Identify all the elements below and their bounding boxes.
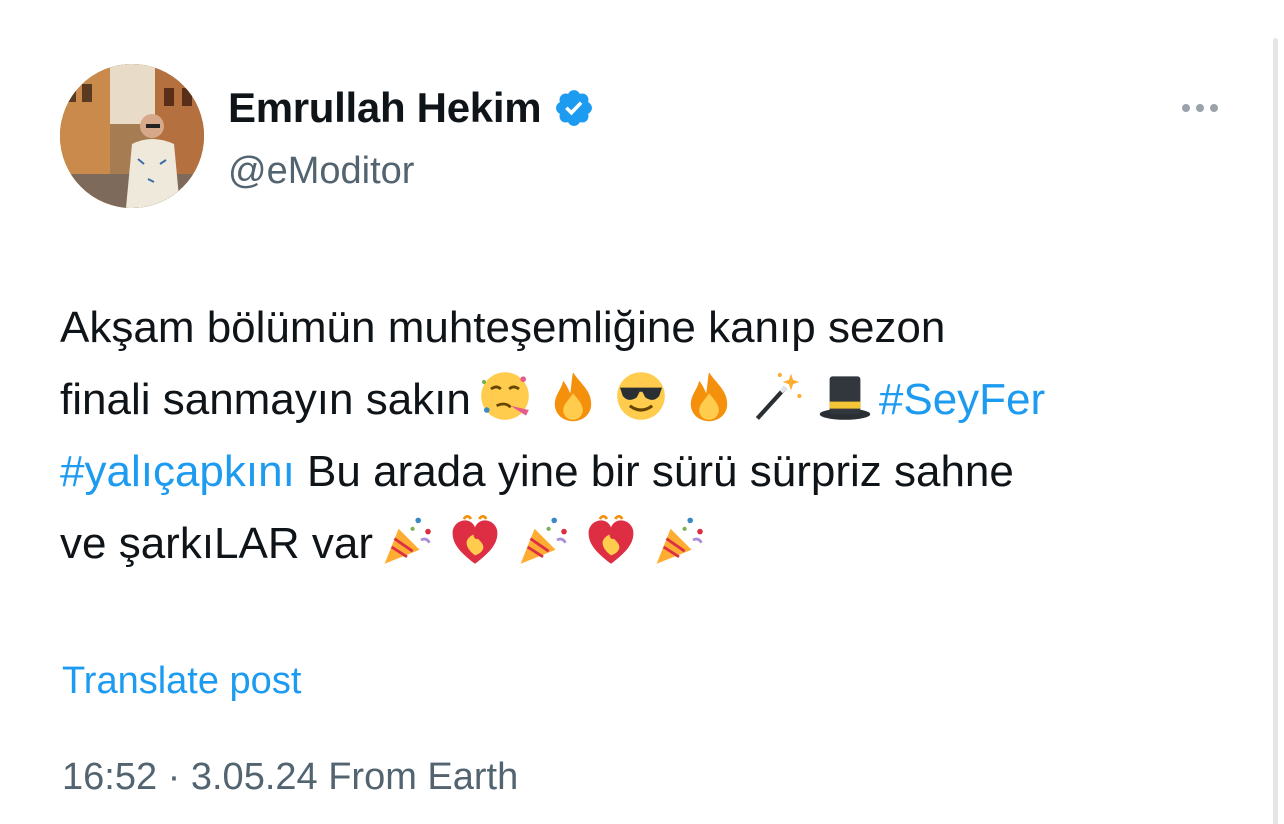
party-popper-icon — [384, 517, 431, 564]
fire-icon — [554, 372, 592, 422]
verified-badge-icon — [556, 90, 593, 126]
tweet-timestamp[interactable]: 16:52 · 3.05.24 From Earth — [62, 756, 518, 799]
handle[interactable]: @eModitor — [228, 150, 414, 193]
more-horizontal-icon[interactable] — [1170, 90, 1230, 126]
tweet-line-4-text: ve şarkıLAR var — [60, 519, 373, 568]
scrollbar[interactable] — [1273, 38, 1278, 824]
fire-icon — [690, 372, 728, 422]
display-name[interactable]: Emrullah Hekim — [228, 84, 542, 132]
translate-post-link[interactable]: Translate post — [62, 660, 301, 703]
magic-wand-icon — [755, 372, 802, 420]
partying-face-icon — [481, 372, 529, 420]
party-popper-icon — [520, 517, 567, 564]
smiling-face-with-sunglasses-icon — [617, 372, 665, 420]
party-popper-icon — [656, 517, 703, 564]
name-row: Emrullah Hekim — [228, 84, 595, 132]
hashtag-yalicapkini[interactable]: #yalıçapkını — [60, 447, 295, 496]
tweet-text: Akşam bölümün muhteşemliğine kanıp sezon… — [60, 292, 1240, 580]
tweet-header: Emrullah Hekim @eModitor — [60, 64, 1230, 214]
hashtag-seyfer[interactable]: #SeyFer — [879, 375, 1045, 424]
tweet-line-3-text: Bu arada yine bir sürü sürpriz sahne — [294, 447, 1014, 496]
heart-on-fire-icon — [588, 514, 634, 564]
heart-on-fire-icon — [452, 514, 498, 564]
tweet-line-1: Akşam bölümün muhteşemliğine kanıp sezon — [60, 303, 946, 352]
tweet-line-2-text: finali sanmayın sakın — [60, 375, 471, 424]
top-hat-icon — [819, 376, 871, 420]
avatar[interactable] — [60, 64, 204, 208]
